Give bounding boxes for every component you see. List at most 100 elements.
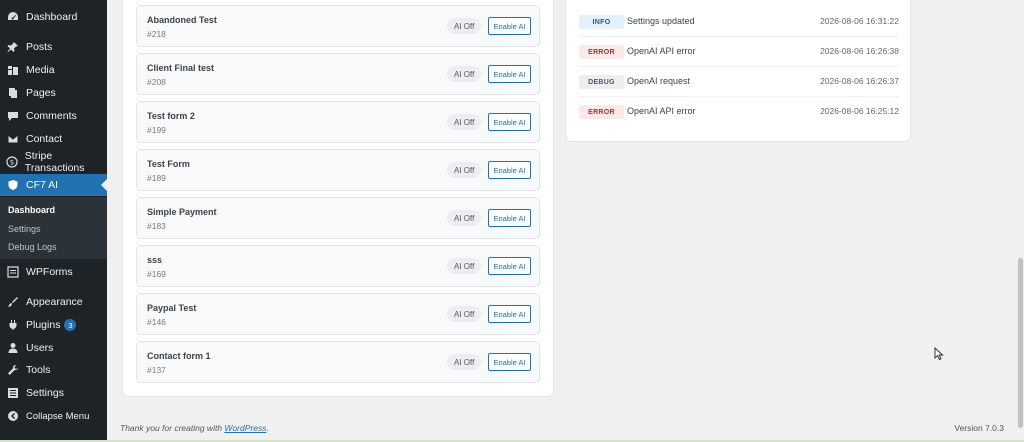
- log-row: ERROR OpenAI API error 2026-08-06 16:25:…: [579, 97, 899, 127]
- enable-ai-button[interactable]: Enable AI: [488, 65, 531, 83]
- enable-ai-button[interactable]: Enable AI: [488, 353, 531, 371]
- collapse-icon: [6, 409, 20, 423]
- collapse-menu-button[interactable]: Collapse Menu: [0, 405, 107, 427]
- log-row: ERROR OpenAI API error 2026-08-06 16:26:…: [579, 37, 899, 67]
- plugins-update-badge: 3: [64, 319, 77, 331]
- submenu-item-dashboard[interactable]: Dashboard: [8, 205, 55, 215]
- submenu-item-settings[interactable]: Settings: [8, 224, 41, 234]
- form-id: #189: [147, 173, 166, 183]
- log-timestamp: 2026-08-06 16:31:22: [820, 16, 899, 26]
- menu-item-comments[interactable]: Comments: [0, 105, 107, 127]
- log-message: OpenAI request: [627, 76, 691, 86]
- form-card: Test Form #189 AI Off Enable AI: [136, 149, 540, 191]
- form-name: sss: [147, 255, 163, 265]
- form-name: Paypal Test: [147, 303, 197, 313]
- ai-status-badge: AI Off: [447, 114, 482, 130]
- ai-status-badge: AI Off: [447, 210, 482, 226]
- menu-item-contact[interactable]: Contact: [0, 128, 107, 150]
- ai-status-badge: AI Off: [447, 66, 482, 82]
- enable-ai-button[interactable]: Enable AI: [488, 161, 531, 179]
- log-level-badge: DEBUG: [579, 75, 624, 89]
- pages-icon: [6, 86, 20, 100]
- ai-status-badge: AI Off: [447, 162, 482, 178]
- log-timestamp: 2026-08-06 16:26:37: [820, 76, 899, 86]
- form-name: Contact form 1: [147, 351, 211, 361]
- menu-item-media[interactable]: Media: [0, 59, 107, 81]
- menu-label-contact: Contact: [26, 133, 63, 145]
- menu-label-settings: Settings: [26, 387, 64, 399]
- menu-label-appearance: Appearance: [26, 296, 83, 308]
- menu-label-plugins: Plugins: [26, 319, 61, 331]
- ai-status-badge: AI Off: [447, 306, 482, 322]
- enable-ai-button[interactable]: Enable AI: [488, 17, 531, 35]
- form-name: Simple Payment: [147, 207, 217, 217]
- form-card: Test form 2 #199 AI Off Enable AI: [136, 101, 540, 143]
- menu-label-dashboard: Dashboard: [26, 11, 78, 23]
- menu-item-wpforms[interactable]: WPForms: [0, 261, 107, 283]
- enable-ai-button[interactable]: Enable AI: [488, 257, 531, 275]
- dashboard-icon: [6, 10, 20, 24]
- wrench-icon: [6, 363, 20, 377]
- menu-item-users[interactable]: Users: [0, 337, 107, 359]
- menu-label-cf7-ai: CF7 AI: [26, 179, 59, 191]
- log-timestamp: 2026-08-06 16:26:38: [820, 46, 899, 56]
- footer-version: Version 7.0.3: [954, 423, 1004, 433]
- enable-ai-button[interactable]: Enable AI: [488, 209, 531, 227]
- form-id: #146: [147, 317, 166, 327]
- form-name: Client Final test: [147, 63, 215, 73]
- log-row: INFO Settings updated 2026-08-06 16:31:2…: [579, 7, 899, 37]
- scrollbar-thumb[interactable]: [1018, 258, 1023, 428]
- mouse-cursor-icon: [934, 347, 944, 361]
- enable-ai-button[interactable]: Enable AI: [488, 113, 531, 131]
- menu-item-stripe-transactions[interactable]: $ Stripe Transactions: [0, 150, 107, 174]
- page-scrollbar[interactable]: [1018, 0, 1024, 442]
- pin-icon: [6, 40, 20, 54]
- menu-label-collapse: Collapse Menu: [26, 410, 90, 422]
- menu-label-media: Media: [26, 64, 55, 76]
- active-menu-arrow: [101, 179, 107, 191]
- plugin-icon: [6, 318, 20, 332]
- menu-label-stripe: Stripe Transactions: [24, 150, 85, 174]
- form-card: Abandoned Test #218 AI Off Enable AI: [136, 5, 540, 47]
- forms-list-panel: Abandoned Test #218 AI Off Enable AI Cli…: [122, 0, 554, 397]
- log-timestamp: 2026-08-06 16:25:12: [820, 106, 899, 116]
- menu-item-cf7-ai[interactable]: CF7 AI: [0, 174, 107, 196]
- menu-label-posts: Posts: [26, 41, 53, 53]
- form-id: #208: [147, 77, 166, 87]
- menu-label-wpforms: WPForms: [26, 266, 73, 278]
- menu-label-pages: Pages: [26, 87, 56, 99]
- recent-logs-panel: INFO Settings updated 2026-08-06 16:31:2…: [565, 0, 911, 142]
- menu-item-appearance[interactable]: Appearance: [0, 291, 107, 313]
- form-id: #183: [147, 221, 166, 231]
- form-card: Client Final test #208 AI Off Enable AI: [136, 53, 540, 95]
- form-id: #137: [147, 365, 166, 375]
- menu-item-settings[interactable]: Settings: [0, 382, 107, 404]
- menu-item-plugins[interactable]: Plugins 3: [0, 314, 107, 336]
- log-level-badge: ERROR: [579, 105, 624, 119]
- svg-text:$: $: [10, 159, 14, 167]
- mail-icon: [6, 132, 20, 146]
- log-level-badge: ERROR: [579, 45, 624, 59]
- ai-status-badge: AI Off: [447, 354, 482, 370]
- form-id: #169: [147, 269, 166, 279]
- ai-status-badge: AI Off: [447, 258, 482, 274]
- submenu-item-debug-logs[interactable]: Debug Logs: [8, 242, 57, 252]
- form-card: Simple Payment #183 AI Off Enable AI: [136, 197, 540, 239]
- menu-item-tools[interactable]: Tools: [0, 359, 107, 381]
- form-card: sss #169 AI Off Enable AI: [136, 245, 540, 287]
- media-icon: [6, 63, 20, 77]
- form-id: #218: [147, 29, 166, 39]
- brush-icon: [6, 295, 20, 309]
- menu-item-dashboard[interactable]: Dashboard: [0, 6, 107, 28]
- form-name: Test Form: [147, 159, 190, 169]
- menu-item-pages[interactable]: Pages: [0, 82, 107, 104]
- menu-item-posts[interactable]: Posts: [0, 36, 107, 58]
- wordpress-link[interactable]: WordPress: [224, 423, 266, 433]
- menu-label-comments: Comments: [26, 110, 77, 122]
- comments-icon: [6, 109, 20, 123]
- log-message: OpenAI API error: [627, 106, 696, 116]
- form-id: #199: [147, 125, 166, 135]
- dollar-icon: $: [6, 155, 19, 169]
- enable-ai-button[interactable]: Enable AI: [488, 305, 531, 323]
- form-name: Test form 2: [147, 111, 195, 121]
